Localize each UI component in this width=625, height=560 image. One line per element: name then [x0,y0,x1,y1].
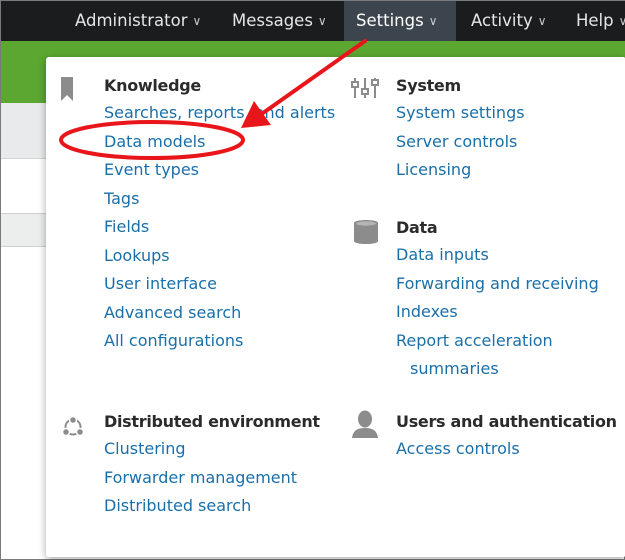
link-licensing[interactable]: Licensing [396,156,525,185]
nav-administrator-label: Administrator [75,11,188,30]
knowledge-section: Knowledge Searches, reports, and alerts … [104,73,335,356]
nav-messages-menu[interactable]: Messages ∨ [228,1,331,41]
chevron-down-icon: ∨ [618,14,625,28]
data-section: Data Data inputs Forwarding and receivin… [396,215,599,384]
link-access-controls[interactable]: Access controls [396,435,617,464]
system-section: System System settings Server controls L… [396,73,525,185]
link-event-types[interactable]: Event types [104,156,335,185]
link-data-inputs[interactable]: Data inputs [396,241,599,270]
chevron-down-icon: ∨ [537,14,547,28]
link-forwarder-management[interactable]: Forwarder management [104,464,320,493]
link-fields[interactable]: Fields [104,213,335,242]
distributed-title: Distributed environment [104,412,320,431]
link-advanced-search[interactable]: Advanced search [104,299,335,328]
link-tags[interactable]: Tags [104,185,335,214]
nav-messages-label: Messages [232,11,313,30]
user-icon [352,410,378,438]
link-indexes[interactable]: Indexes [396,298,599,327]
users-title: Users and authentication [396,412,617,431]
sliders-icon [351,78,379,98]
network-icon [61,416,85,437]
database-icon [354,220,378,244]
link-system-settings[interactable]: System settings [396,99,525,128]
link-clustering[interactable]: Clustering [104,435,320,464]
link-report-acceleration-summaries[interactable]: summaries [396,355,599,384]
link-user-interface[interactable]: User interface [104,270,335,299]
data-title: Data [396,218,438,237]
nav-settings-menu[interactable]: Settings ∨ [344,1,456,41]
settings-dropdown: Knowledge Searches, reports, and alerts … [46,57,625,557]
distributed-section: Distributed environment Clustering Forwa… [104,409,320,521]
chevron-down-icon: ∨ [317,14,327,28]
top-nav-bar: Administrator ∨ Messages ∨ Settings ∨ Activ… [1,1,625,41]
link-distributed-search[interactable]: Distributed search [104,492,320,521]
nav-help-label: Help [576,11,614,30]
knowledge-title: Knowledge [104,76,201,95]
link-data-models[interactable]: Data models [104,128,335,157]
chevron-down-icon: ∨ [428,14,438,28]
link-lookups[interactable]: Lookups [104,242,335,271]
nav-settings-label: Settings [356,11,424,30]
system-title: System [396,76,461,95]
link-searches-reports-alerts[interactable]: Searches, reports, and alerts [104,99,335,128]
link-all-configurations[interactable]: All configurations [104,327,335,356]
nav-activity-menu[interactable]: Activity ∨ [467,1,551,41]
nav-administrator-menu[interactable]: Administrator ∨ [71,1,205,41]
nav-activity-label: Activity [471,11,533,30]
link-forwarding-receiving[interactable]: Forwarding and receiving [396,270,599,299]
users-section: Users and authentication Access controls [396,409,617,464]
link-report-acceleration[interactable]: Report acceleration [396,327,599,356]
chevron-down-icon: ∨ [192,14,202,28]
nav-help-menu[interactable]: Help ∨ [572,1,625,41]
link-server-controls[interactable]: Server controls [396,128,525,157]
bookmark-icon [61,77,73,101]
